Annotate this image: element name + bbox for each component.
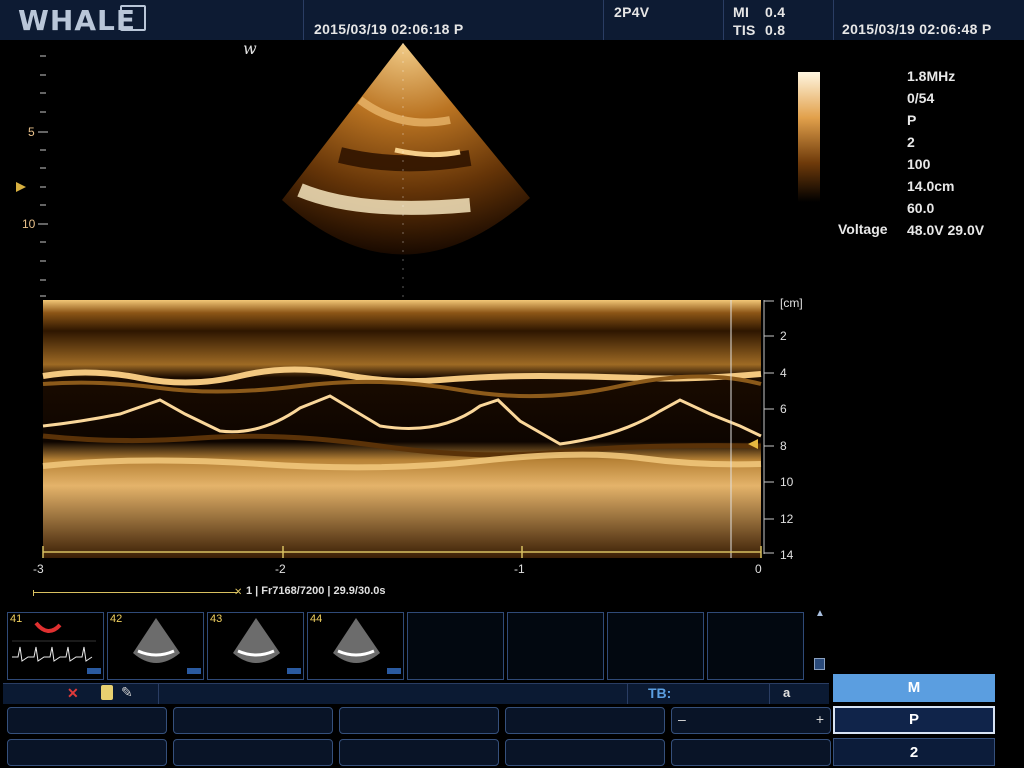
- m-depth-label: 2: [780, 329, 787, 343]
- mode-m-button[interactable]: M: [833, 674, 995, 702]
- tis-label: TIS: [733, 22, 756, 38]
- clock-cell: 2015/03/19 02:06:48 P: [834, 0, 1024, 40]
- thumbnail-number: 43: [210, 613, 223, 625]
- depth-label-5: 5: [28, 125, 35, 139]
- thumbnail-clip[interactable]: 43: [207, 612, 304, 680]
- mode-letter: a: [783, 685, 791, 700]
- param-depth: 14.0cm: [907, 178, 955, 194]
- decrement-button[interactable]: –: [678, 711, 686, 727]
- cine-info: 1 | Fr7168/7200 | 29.9/30.0s: [246, 585, 386, 597]
- m-depth-label: 10: [780, 475, 794, 489]
- thumbnail-slot-empty[interactable]: [407, 612, 504, 680]
- cine-handle-icon[interactable]: ✕: [234, 588, 242, 598]
- probe-name: 2P4V: [614, 4, 650, 20]
- soft-button[interactable]: [505, 739, 665, 766]
- logo-cell: WHALE: [0, 0, 304, 40]
- thumbnail-number: 42: [110, 613, 123, 625]
- time-label: 0: [755, 562, 762, 576]
- echo-sector: [282, 43, 530, 298]
- soft-button[interactable]: [671, 739, 831, 766]
- increment-button[interactable]: +: [816, 711, 824, 727]
- soft-button[interactable]: [339, 707, 499, 734]
- thumbnail-slot-empty[interactable]: [507, 612, 604, 680]
- time-label: -2: [275, 562, 286, 576]
- mi-label: MI: [733, 4, 750, 20]
- soft-button[interactable]: [505, 707, 665, 734]
- probe-setting-button[interactable]: P: [833, 706, 995, 734]
- mi-value: 0.4: [765, 4, 786, 20]
- thumbnail-slot-empty[interactable]: [707, 612, 804, 680]
- grayscale-colorbar: [798, 72, 820, 202]
- soft-button[interactable]: [173, 707, 333, 734]
- m-depth-scale: [763, 300, 774, 554]
- thumbnail-clip[interactable]: 41: [7, 612, 104, 680]
- value-button[interactable]: 2: [833, 738, 995, 766]
- soft-button[interactable]: [7, 739, 167, 766]
- thumbnail-preview: [333, 618, 401, 674]
- image-time-cell: 2015/03/19 02:06:18 P: [304, 0, 604, 40]
- tb-label: TB:: [648, 685, 672, 701]
- param-power: 100: [907, 156, 931, 172]
- system-clock: 2015/03/19 02:06:48 P: [842, 21, 992, 37]
- status-bar: ✕ ✎ TB: a: [3, 683, 829, 704]
- header-bar: WHALE 2015/03/19 02:06:18 P 2P4V MI 0.4 …: [0, 0, 1024, 40]
- scroll-up-icon[interactable]: ▲: [815, 608, 825, 619]
- thumbnail-slot-empty[interactable]: [607, 612, 704, 680]
- m-depth-label: 6: [780, 402, 787, 416]
- voltage-label: Voltage: [838, 221, 888, 237]
- thumbnail-number: 44: [310, 613, 323, 625]
- soft-button[interactable]: [7, 707, 167, 734]
- thumbnail-preview: [133, 618, 201, 674]
- time-label: -1: [514, 562, 525, 576]
- param-rate: 60.0: [907, 200, 935, 216]
- cine-progress-bar[interactable]: ✕: [33, 588, 242, 598]
- focus-marker-icon[interactable]: [16, 182, 26, 192]
- m-depth-label: 14: [780, 548, 794, 562]
- scroll-down-icon[interactable]: [814, 658, 825, 670]
- thumbnail-preview: [12, 621, 101, 674]
- index-cell: MI 0.4 TIS 0.8: [724, 0, 834, 40]
- b-mode-image[interactable]: 5 10 w: [0, 40, 830, 300]
- value-stepper[interactable]: – +: [671, 707, 831, 734]
- m-depth-label: 8: [780, 439, 787, 453]
- param-mode: P: [907, 112, 917, 128]
- m-mode-trace[interactable]: [0, 296, 830, 586]
- logo-mark-icon: [120, 5, 146, 31]
- depth-unit-label: [cm]: [780, 296, 803, 310]
- thumbnail-preview: [233, 618, 301, 674]
- time-label: -3: [33, 562, 44, 576]
- thumbnail-clip[interactable]: 44: [307, 612, 404, 680]
- depth-scale: [38, 55, 48, 297]
- tool-icon[interactable]: ✎: [121, 684, 133, 701]
- param-frequency: 1.8MHz: [907, 68, 956, 84]
- param-level: 2: [907, 134, 915, 150]
- brand-logo: WHALE: [18, 4, 136, 37]
- depth-label-10: 10: [22, 217, 36, 231]
- orientation-marker: w: [243, 40, 257, 58]
- image-timestamp: 2015/03/19 02:06:18 P: [314, 21, 464, 37]
- param-gain: 0/54: [907, 90, 935, 106]
- soft-button[interactable]: [173, 739, 333, 766]
- param-voltage: 48.0V 29.0V: [907, 222, 985, 238]
- soft-button[interactable]: [339, 739, 499, 766]
- thumbnail-clip[interactable]: 42: [107, 612, 204, 680]
- probe-cell[interactable]: 2P4V: [604, 0, 724, 40]
- disk-icon[interactable]: [101, 685, 113, 700]
- tis-value: 0.8: [765, 22, 786, 38]
- thumbnail-number: 41: [10, 613, 23, 625]
- m-depth-label: 12: [780, 512, 794, 526]
- close-icon[interactable]: ✕: [67, 685, 79, 702]
- m-depth-label: 4: [780, 366, 787, 380]
